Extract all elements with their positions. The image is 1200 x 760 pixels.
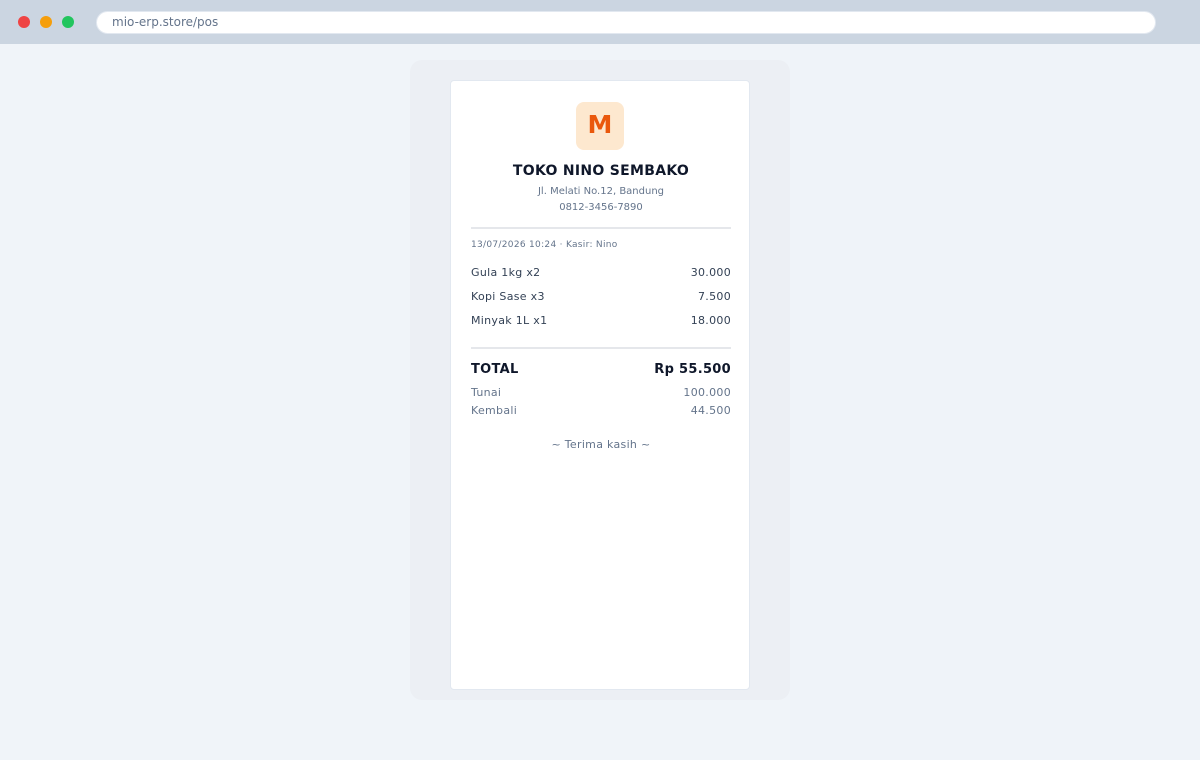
store-name: TOKO NINO SEMBAKO	[512, 163, 690, 179]
receipt-line-item: Minyak 1L x1 18.000	[471, 314, 731, 330]
item-name: Gula 1kg x2	[471, 266, 541, 279]
minimize-window-button[interactable]	[40, 16, 52, 28]
store-phone: 0812-3456-7890	[559, 202, 643, 213]
change-row: Kembali 44.500	[471, 404, 731, 420]
browser-toolbar: mio-erp.store/pos	[0, 0, 1200, 44]
store-logo: M	[576, 102, 624, 150]
maximize-window-button[interactable]	[62, 16, 74, 28]
item-amount: 7.500	[698, 290, 731, 303]
cash-row: Tunai 100.000	[471, 386, 731, 402]
item-amount: 30.000	[690, 266, 731, 279]
change-amount: 44.500	[690, 404, 731, 417]
item-name: Minyak 1L x1	[471, 314, 548, 327]
background-panel	[790, 44, 1200, 760]
item-name: Kopi Sase x3	[471, 290, 545, 303]
address-bar[interactable]: mio-erp.store/pos	[96, 11, 1156, 34]
close-window-button[interactable]	[18, 16, 30, 28]
receipt-divider	[471, 227, 731, 229]
receipt-line-item: Gula 1kg x2 30.000	[471, 266, 731, 282]
change-label: Kembali	[471, 404, 518, 417]
cash-amount: 100.000	[683, 386, 731, 399]
total-label: TOTAL	[471, 362, 519, 377]
receipt-divider	[471, 347, 731, 349]
total-row: TOTAL Rp 55.500	[471, 362, 731, 380]
store-address: Jl. Melati No.12, Bandung	[537, 186, 665, 197]
item-amount: 18.000	[690, 314, 731, 327]
receipt: M TOKO NINO SEMBAKO Jl. Melati No.12, Ba…	[450, 80, 750, 690]
total-amount: Rp 55.500	[654, 362, 731, 377]
cash-label: Tunai	[471, 386, 502, 399]
receipt-line-item: Kopi Sase x3 7.500	[471, 290, 731, 306]
transaction-meta: 13/07/2026 10:24 · Kasir: Nino	[471, 240, 618, 250]
thank-you-message: ~ Terima kasih ~	[551, 438, 651, 451]
